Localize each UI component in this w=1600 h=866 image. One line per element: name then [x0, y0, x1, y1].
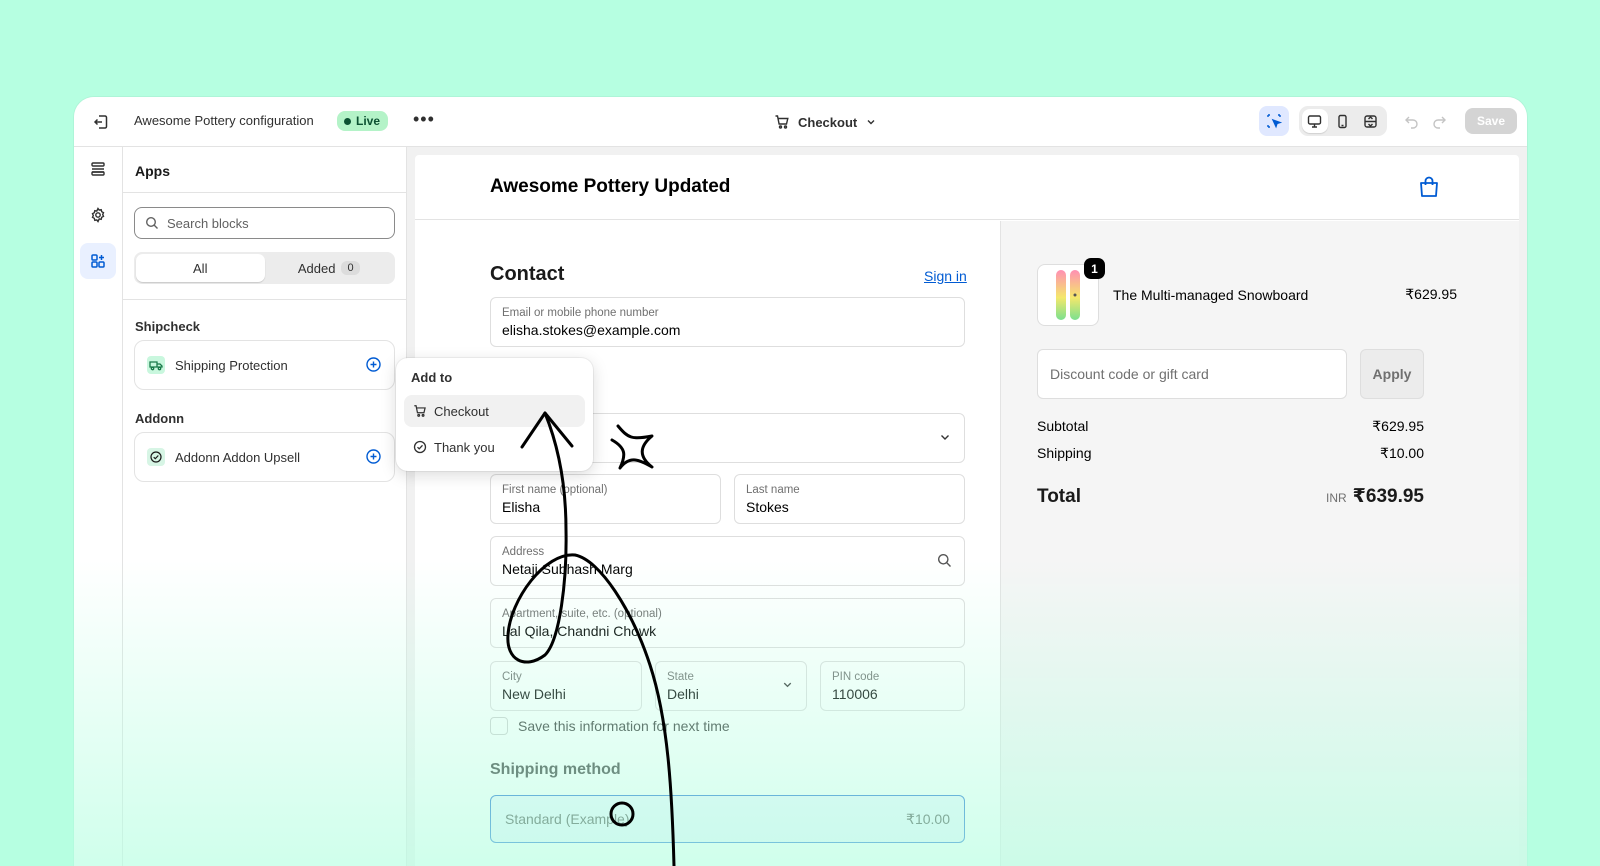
gear-icon	[91, 207, 105, 223]
save-info-checkbox[interactable]: Save this information for next time	[490, 717, 730, 735]
tab-all[interactable]: All	[136, 254, 265, 282]
add-circle-icon[interactable]	[365, 448, 382, 465]
apps-icon	[91, 254, 105, 268]
contact-heading: Contact	[490, 263, 565, 285]
rail-settings-button[interactable]	[80, 197, 116, 233]
currency-code: INR	[1325, 491, 1347, 505]
viewport-toggle	[1298, 106, 1387, 136]
snowboard-icon	[1056, 270, 1080, 320]
store-header: Awesome Pottery Updated	[415, 155, 1519, 220]
block-filter-tabs: All Added 0	[134, 252, 395, 284]
city-field[interactable]: City New Delhi	[490, 661, 642, 711]
mobile-icon	[1338, 114, 1348, 128]
editor-window: Awesome Pottery configuration Live ••• C…	[74, 97, 1527, 866]
shipping-option[interactable]: Standard (Example) ₹10.00	[490, 795, 965, 843]
total-value: ₹639.95	[1352, 486, 1424, 507]
chevron-down-icon	[867, 120, 875, 125]
address-field[interactable]: Address Netaji Subhash Marg	[490, 536, 965, 586]
apps-panel: Apps Search blocks All Added 0 Shipcheck …	[123, 147, 407, 866]
shopping-bag-icon[interactable]	[1418, 175, 1440, 199]
select-cursor-icon	[1267, 114, 1282, 129]
total-row: Total INR ₹639.95	[1037, 486, 1424, 507]
cart-icon	[775, 115, 789, 129]
inspector-toggle[interactable]	[1258, 106, 1289, 136]
apply-button[interactable]: Apply	[1360, 349, 1424, 399]
top-bar: Awesome Pottery configuration Live ••• C…	[74, 97, 1527, 147]
last-name-field[interactable]: Last name Stokes	[734, 474, 965, 524]
checkout-preview: Awesome Pottery Updated Contact Sign in …	[415, 155, 1519, 866]
undo-icon	[1405, 116, 1419, 129]
order-summary: 1 The Multi-managed Snowboard ₹629.95 Di…	[1000, 221, 1519, 866]
line-item: 1 The Multi-managed Snowboard ₹629.95	[1037, 258, 1457, 326]
chevron-down-icon	[783, 682, 792, 688]
left-rail	[74, 147, 123, 866]
check-circle-icon	[147, 448, 165, 466]
product-price: ₹629.95	[1405, 286, 1457, 302]
checkbox[interactable]	[490, 717, 508, 735]
tab-added[interactable]: Added 0	[265, 254, 394, 282]
checkout-form: Contact Sign in Email or mobile phone nu…	[415, 221, 1000, 866]
redo-icon	[1433, 116, 1447, 129]
first-name-field[interactable]: First name (optional) Elisha	[490, 474, 721, 524]
save-button[interactable]: Save	[1464, 108, 1517, 134]
group-title-addonn: Addonn	[135, 411, 185, 426]
rail-apps-button[interactable]	[80, 243, 116, 279]
page-selector[interactable]: Checkout	[774, 109, 877, 135]
block-shipping-protection[interactable]: Shipping Protection	[134, 340, 395, 390]
add-to-popover: Add to Checkout Thank you	[396, 358, 593, 471]
menu-item-checkout[interactable]: Checkout	[404, 395, 585, 427]
product-thumbnail: 1	[1037, 258, 1105, 326]
shipping-method-heading: Shipping method	[490, 761, 621, 778]
desktop-view-button[interactable]	[1301, 109, 1328, 133]
mobile-view-button[interactable]	[1330, 109, 1356, 133]
sections-icon	[91, 162, 105, 176]
desktop-icon	[1308, 114, 1322, 128]
popover-title: Add to	[411, 370, 453, 385]
cart-icon	[414, 405, 426, 417]
live-dot-icon	[344, 117, 351, 125]
search-icon	[938, 554, 951, 567]
pin-code-field[interactable]: PIN code 110006	[820, 661, 965, 711]
redo-button[interactable]	[1425, 106, 1455, 136]
sign-in-link[interactable]: Sign in	[924, 268, 967, 284]
rail-sections-button[interactable]	[80, 151, 116, 187]
email-field[interactable]: Email or mobile phone number elisha.stok…	[490, 297, 965, 347]
state-select[interactable]: State Delhi	[655, 661, 807, 711]
search-input[interactable]: Search blocks	[134, 207, 395, 239]
exit-icon[interactable]	[88, 109, 114, 135]
block-addonn-upsell[interactable]: Addonn Addon Upsell	[134, 432, 395, 482]
truck-icon	[147, 356, 165, 374]
check-circle-icon	[413, 440, 427, 454]
more-actions-icon[interactable]: •••	[413, 109, 435, 130]
add-circle-icon[interactable]	[365, 356, 382, 373]
chevron-down-icon	[941, 435, 949, 440]
store-name: Awesome Pottery Updated	[490, 176, 731, 197]
fullwidth-view-button[interactable]	[1358, 109, 1384, 133]
subtotal-row: Subtotal ₹629.95	[1037, 418, 1424, 434]
added-count-badge: 0	[341, 261, 360, 275]
group-title-shipcheck: Shipcheck	[135, 319, 201, 334]
panel-heading: Apps	[123, 147, 406, 193]
search-icon	[145, 216, 158, 229]
apartment-field[interactable]: Apartment, suite, etc. (optional) Lal Qi…	[490, 598, 965, 648]
menu-item-thank-you[interactable]: Thank you	[404, 431, 585, 463]
product-name: The Multi-managed Snowboard	[1113, 287, 1309, 303]
divider	[123, 299, 406, 300]
undo-button[interactable]	[1397, 106, 1427, 136]
fullwidth-icon	[1364, 114, 1378, 128]
quantity-badge: 1	[1084, 258, 1105, 279]
shipping-row: Shipping ₹10.00	[1037, 445, 1424, 461]
config-title: Awesome Pottery configuration	[134, 113, 314, 128]
discount-input[interactable]: Discount code or gift card	[1037, 349, 1347, 399]
live-badge: Live	[337, 111, 389, 131]
